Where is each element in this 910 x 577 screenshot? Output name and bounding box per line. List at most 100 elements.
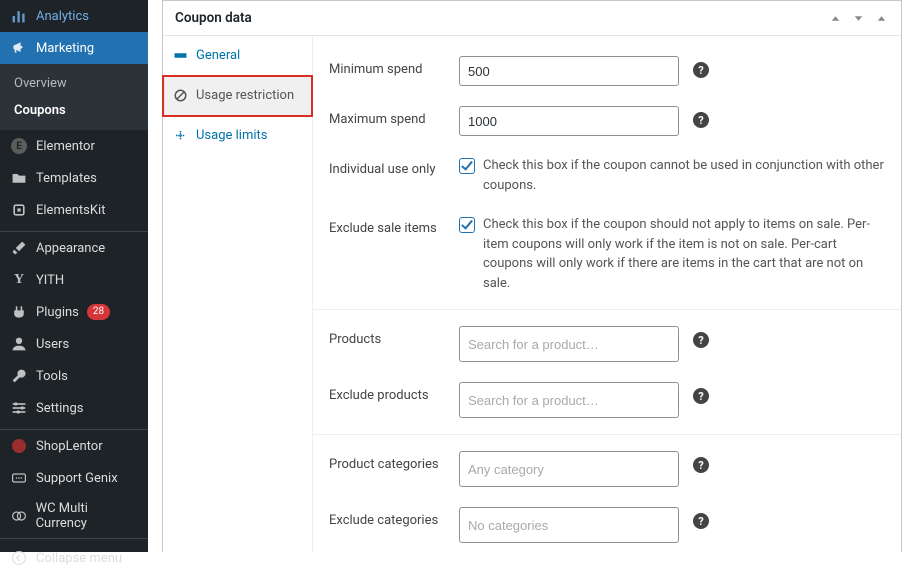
plugin-icon — [10, 303, 28, 321]
sidebar-item-appearance[interactable]: Appearance — [0, 232, 148, 264]
maximum-spend-label: Maximum spend — [329, 106, 459, 127]
product-categories-label: Product categories — [329, 451, 459, 472]
product-categories-input[interactable] — [459, 451, 679, 487]
sidebar-sub-coupons[interactable]: Coupons — [0, 97, 148, 124]
ticket-icon — [10, 469, 28, 487]
exclude-sale-desc: Check this box if the coupon should not … — [483, 215, 885, 293]
sidebar-item-label: ShopLentor — [36, 439, 103, 454]
sidebar-item-label: Settings — [36, 401, 83, 416]
products-input[interactable] — [459, 326, 679, 362]
help-icon[interactable]: ? — [693, 62, 709, 78]
row-products: Products ? — [313, 316, 901, 372]
sliders-icon — [10, 399, 28, 417]
tab-label: Usage restriction — [196, 88, 294, 103]
help-icon[interactable]: ? — [693, 332, 709, 348]
panel-move-down[interactable] — [851, 11, 866, 26]
yith-icon: Y — [10, 271, 28, 289]
maximum-spend-input[interactable] — [459, 106, 679, 136]
active-arrow-icon — [148, 40, 156, 56]
plugins-count-badge: 28 — [87, 304, 110, 320]
row-maximum-spend: Maximum spend ? — [313, 96, 901, 146]
sidebar-item-label: Marketing — [36, 41, 94, 56]
sidebar-item-users[interactable]: Users — [0, 328, 148, 360]
wrench-icon — [10, 367, 28, 385]
tab-general[interactable]: General — [163, 36, 312, 76]
sidebar-item-plugins[interactable]: Plugins 28 — [0, 296, 148, 328]
row-exclude-categories: Exclude categories ? — [313, 497, 901, 552]
sidebar-item-label: Appearance — [36, 241, 105, 256]
help-icon[interactable]: ? — [693, 457, 709, 473]
expand-icon — [173, 128, 188, 143]
shoplentor-icon — [10, 437, 28, 455]
sidebar-item-marketing[interactable]: Marketing — [0, 32, 148, 64]
sidebar-item-label: Tools — [36, 369, 68, 384]
panel-toggle[interactable] — [874, 11, 889, 26]
exclude-products-label: Exclude products — [329, 382, 459, 403]
sidebar-item-support-genix[interactable]: Support Genix — [0, 462, 148, 494]
form-divider — [313, 309, 901, 310]
brush-icon — [10, 239, 28, 257]
individual-use-checkbox[interactable] — [459, 158, 475, 174]
sidebar-item-label: YITH — [36, 273, 64, 288]
analytics-icon — [10, 7, 28, 25]
sidebar-item-label: Users — [36, 337, 69, 352]
form-divider — [313, 434, 901, 435]
sidebar-item-label: Templates — [36, 171, 97, 186]
help-icon[interactable]: ? — [693, 513, 709, 529]
coupon-data-panel: Coupon data General Usage restriction — [162, 0, 902, 552]
usage-restriction-form: Minimum spend ? Maximum spend ? Individu… — [313, 36, 901, 552]
user-icon — [10, 335, 28, 353]
panel-move-up[interactable] — [828, 11, 843, 26]
sidebar-item-wc-multi-currency[interactable]: WC Multi Currency — [0, 494, 148, 538]
sidebar-item-yith[interactable]: Y YITH — [0, 264, 148, 296]
block-icon — [173, 88, 188, 103]
tab-label: General — [196, 48, 240, 63]
panel-title: Coupon data — [175, 10, 252, 26]
sidebar-item-label: Support Genix — [36, 471, 118, 486]
sidebar-item-label: WC Multi Currency — [36, 501, 140, 531]
sidebar-item-analytics[interactable]: Analytics — [0, 0, 148, 32]
individual-use-label: Individual use only — [329, 156, 459, 177]
sidebar-item-label: Collapse menu — [36, 551, 122, 566]
tab-usage-restriction[interactable]: Usage restriction — [163, 76, 312, 116]
panel-controls — [828, 11, 889, 26]
sidebar-item-label: Analytics — [36, 9, 89, 24]
exclude-sale-label: Exclude sale items — [329, 215, 459, 236]
exclude-categories-label: Exclude categories — [329, 507, 459, 528]
sidebar-item-tools[interactable]: Tools — [0, 360, 148, 392]
exclude-products-input[interactable] — [459, 382, 679, 418]
tab-label: Usage limits — [196, 128, 267, 143]
products-label: Products — [329, 326, 459, 347]
sidebar-submenu-marketing: Overview Coupons — [0, 64, 148, 130]
individual-use-desc: Check this box if the coupon cannot be u… — [483, 156, 885, 195]
row-individual-use: Individual use only Check this box if th… — [313, 146, 901, 205]
ticket-icon — [173, 48, 188, 63]
help-icon[interactable]: ? — [693, 112, 709, 128]
sidebar-item-templates[interactable]: Templates — [0, 162, 148, 194]
exclude-sale-checkbox[interactable] — [459, 217, 475, 233]
sidebar-item-label: Elementor — [36, 139, 95, 154]
sidebar-item-settings[interactable]: Settings — [0, 392, 148, 424]
minimum-spend-label: Minimum spend — [329, 56, 459, 77]
row-exclude-products: Exclude products ? — [313, 372, 901, 428]
elementskit-icon — [10, 201, 28, 219]
elementor-icon: E — [10, 137, 28, 155]
folder-icon — [10, 169, 28, 187]
megaphone-icon — [10, 39, 28, 57]
sidebar-item-elementskit[interactable]: ElementsKit — [0, 194, 148, 226]
row-exclude-sale: Exclude sale items Check this box if the… — [313, 205, 901, 303]
coupon-tabs: General Usage restriction Usage limits — [163, 36, 313, 552]
sidebar-collapse[interactable]: Collapse menu — [0, 538, 148, 577]
row-product-categories: Product categories ? — [313, 441, 901, 497]
minimum-spend-input[interactable] — [459, 56, 679, 86]
sidebar-item-label: ElementsKit — [36, 203, 105, 218]
panel-header: Coupon data — [163, 1, 901, 36]
sidebar-item-elementor[interactable]: E Elementor — [0, 130, 148, 162]
exclude-categories-input[interactable] — [459, 507, 679, 543]
tab-usage-limits[interactable]: Usage limits — [163, 116, 312, 155]
currency-icon — [10, 507, 28, 525]
sidebar-item-shoplentor[interactable]: ShopLentor — [0, 430, 148, 462]
help-icon[interactable]: ? — [693, 388, 709, 404]
admin-sidebar: Analytics Marketing Overview Coupons E E… — [0, 0, 148, 552]
sidebar-sub-overview[interactable]: Overview — [0, 70, 148, 97]
